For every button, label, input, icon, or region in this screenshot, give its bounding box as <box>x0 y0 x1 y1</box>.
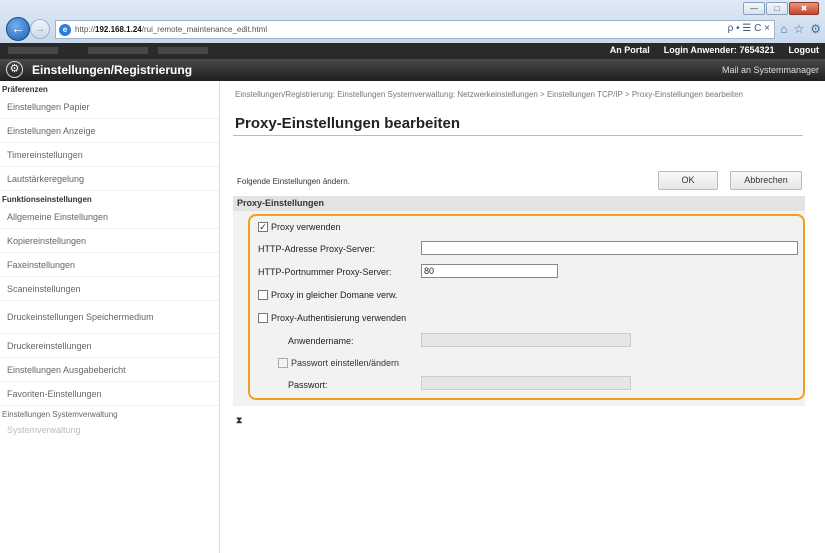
sidebar-item-copy[interactable]: Kopiereinstellungen <box>0 229 219 253</box>
http-port-label: HTTP-Portnummer Proxy-Server: <box>258 267 392 277</box>
http-address-input[interactable] <box>421 241 798 255</box>
sidebar-item-favorites[interactable]: Favoriten-Einstellungen <box>0 382 219 406</box>
sidebar-item-display[interactable]: Einstellungen Anzeige <box>0 119 219 143</box>
sidebar-item-fax[interactable]: Faxeinstellungen <box>0 253 219 277</box>
mail-to-sysmanager-link[interactable]: Mail an Systemmanager <box>722 65 819 75</box>
sidebar-item-print-media[interactable]: Druckeinstellungen Speichermedium <box>0 301 219 334</box>
url-text: http://192.168.1.24/rui_remote_maintenan… <box>75 25 268 34</box>
ok-button[interactable]: OK <box>658 171 718 190</box>
sidebar-item-general[interactable]: Allgemeine Einstellungen <box>0 205 219 229</box>
use-proxy-label: Proxy verwenden <box>271 222 341 232</box>
logout-link[interactable]: Logout <box>789 45 820 55</box>
portal-link[interactable]: An Portal <box>610 45 650 55</box>
close-button[interactable]: ✖ <box>789 2 819 15</box>
browser-chrome: — □ ✖ ← → e http://192.168.1.24/rui_remo… <box>0 0 825 43</box>
top-bar: An Portal Login Anwender: 7654321 Logout <box>0 43 825 59</box>
minimize-button[interactable]: — <box>743 2 765 15</box>
auth-row: Proxy-Authentisierung verwenden <box>258 313 406 323</box>
use-proxy-row: ✓ Proxy verwenden <box>258 222 341 232</box>
sidebar-item-paper[interactable]: Einstellungen Papier <box>0 95 219 119</box>
instruction-text: Folgende Einstellungen ändern. <box>237 177 350 186</box>
username-input[interactable] <box>421 333 631 347</box>
title-divider <box>233 135 803 136</box>
address-bar[interactable]: e http://192.168.1.24/rui_remote_mainten… <box>55 20 775 39</box>
sidebar-item-system-management[interactable]: Systemverwaltung <box>0 421 219 439</box>
address-controls[interactable]: ρ • ☰ C × <box>728 23 770 34</box>
login-info: Login Anwender: 7654321 <box>663 45 775 55</box>
sidebar-item-printer[interactable]: Druckereinstellungen <box>0 334 219 358</box>
sidebar-item-volume[interactable]: Lautstärkeregelung <box>0 167 219 191</box>
forward-button[interactable]: → <box>30 19 50 39</box>
toolbar-icons: ⌂ ☆ ⚙ <box>780 22 821 36</box>
same-domain-checkbox[interactable] <box>258 290 268 300</box>
maximize-button[interactable]: □ <box>766 2 788 15</box>
cancel-button[interactable]: Abbrechen <box>730 171 802 190</box>
settings-gear-icon[interactable]: ⚙ <box>810 22 821 36</box>
sidebar-section-preferences: Präferenzen <box>2 85 48 94</box>
same-domain-label: Proxy in gleicher Domane verw. <box>271 290 398 300</box>
sidebar: Präferenzen Einstellungen Papier Einstel… <box>0 81 220 553</box>
window-controls: — □ ✖ <box>743 2 819 15</box>
breadcrumb: Einstellungen/Registrierung: Einstellung… <box>235 90 743 99</box>
same-domain-row: Proxy in gleicher Domane verw. <box>258 290 398 300</box>
section-header: Proxy-Einstellungen <box>233 196 805 211</box>
device-name-blurred <box>8 47 208 54</box>
username-label: Anwendername: <box>288 336 354 346</box>
use-proxy-checkbox[interactable]: ✓ <box>258 222 268 232</box>
scroll-to-top-icon[interactable]: ⧗ <box>236 415 242 426</box>
header-bar: ⚙ Einstellungen/Registrierung Mail an Sy… <box>0 59 825 81</box>
set-password-checkbox[interactable] <box>278 358 288 368</box>
password-label: Passwort: <box>288 380 328 390</box>
sidebar-section-system: Einstellungen Systemverwaltung <box>2 410 118 419</box>
ie-icon: e <box>59 23 71 36</box>
page-title: Proxy-Einstellungen bearbeiten <box>235 115 461 132</box>
app-title: Einstellungen/Registrierung <box>32 63 193 77</box>
auth-checkbox[interactable] <box>258 313 268 323</box>
sidebar-item-output-report[interactable]: Einstellungen Ausgabebericht <box>0 358 219 382</box>
sidebar-section-functions: Funktionseinstellungen <box>2 195 92 204</box>
back-button[interactable]: ← <box>6 17 30 41</box>
password-input[interactable] <box>421 376 631 390</box>
set-password-label: Passwort einstellen/ändern <box>291 358 400 368</box>
sidebar-item-scan[interactable]: Scaneinstellungen <box>0 277 219 301</box>
http-port-input[interactable]: 80 <box>421 264 558 278</box>
set-password-row: Passwort einstellen/ändern <box>278 358 399 368</box>
settings-gear-icon: ⚙ <box>6 61 23 78</box>
sidebar-item-timer[interactable]: Timereinstellungen <box>0 143 219 167</box>
home-icon[interactable]: ⌂ <box>780 22 787 36</box>
favorites-star-icon[interactable]: ☆ <box>793 22 804 36</box>
auth-label: Proxy-Authentisierung verwenden <box>271 313 407 323</box>
http-address-label: HTTP-Adresse Proxy-Server: <box>258 244 376 254</box>
